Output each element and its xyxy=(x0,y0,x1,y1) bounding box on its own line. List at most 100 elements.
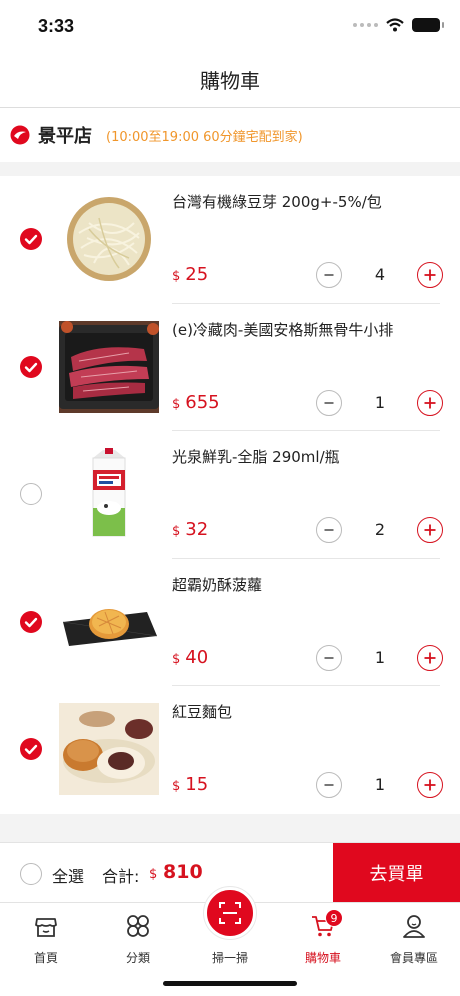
status-icons xyxy=(353,18,444,32)
product-price: $ 655 xyxy=(172,392,220,413)
minus-icon xyxy=(324,656,334,659)
product-name[interactable]: 台灣有機綠豆芽 200g+-5%/包 xyxy=(172,191,382,212)
currency-symbol: $ xyxy=(172,651,181,667)
tab-label: 分類 xyxy=(125,951,150,965)
cart-item: 光泉鮮乳-全脂 290ml/瓶 $ 32 2 xyxy=(0,431,460,559)
product-price: $ 25 xyxy=(172,264,208,285)
store-logo-icon xyxy=(10,125,30,145)
scan-icon xyxy=(219,902,241,924)
item-checkbox[interactable] xyxy=(20,355,42,378)
store-hours: (10:00至19:00 60分鐘宅配到家) xyxy=(106,129,303,145)
select-all-label[interactable]: 全選 xyxy=(52,863,84,887)
checkmark-icon xyxy=(24,745,38,755)
price-value: 40 xyxy=(185,646,209,668)
page-title: 購物車 xyxy=(200,69,260,93)
checkmark-icon xyxy=(24,234,38,245)
increase-quantity-button[interactable] xyxy=(417,517,443,544)
minus-icon xyxy=(324,784,334,787)
scan-button[interactable] xyxy=(204,887,256,939)
product-name[interactable]: 紅豆麵包 xyxy=(172,701,232,722)
section-divider xyxy=(0,814,460,842)
status-time: 3:33 xyxy=(38,16,75,36)
home-indicator xyxy=(163,981,297,986)
wifi-icon xyxy=(386,18,404,32)
grid-icon xyxy=(127,915,149,937)
checkout-button[interactable]: 去買單 xyxy=(333,843,460,903)
quantity-value: 1 xyxy=(374,392,386,412)
minus-icon xyxy=(324,529,334,531)
store-name: 景平店 xyxy=(38,126,92,147)
price-value: 15 xyxy=(185,774,209,796)
tab-bar: 首頁 分類 掃一掃 購物車 9 會員專區 xyxy=(0,887,460,996)
quantity-value: 2 xyxy=(374,520,386,540)
product-image-milk-carton[interactable] xyxy=(59,448,159,541)
product-price: $ 15 xyxy=(172,774,208,795)
product-name[interactable]: 超霸奶酥菠蘿 xyxy=(172,574,262,595)
checkmark-icon xyxy=(24,617,38,627)
currency-symbol: $ xyxy=(172,779,181,795)
tab-label: 會員專區 xyxy=(389,951,438,965)
item-checkbox[interactable] xyxy=(20,483,42,506)
increase-quantity-button[interactable] xyxy=(417,772,443,799)
battery-icon xyxy=(412,18,444,32)
decrease-quantity-button[interactable] xyxy=(316,262,342,288)
currency-symbol: $ xyxy=(172,524,181,540)
store-info[interactable]: 景平店 (10:00至19:00 60分鐘宅配到家) xyxy=(0,108,460,162)
item-checkbox[interactable] xyxy=(20,228,42,250)
currency-symbol: $ xyxy=(172,396,181,412)
price-value: 32 xyxy=(185,519,209,541)
product-image-red-bean-bun[interactable] xyxy=(59,703,159,796)
product-price: $ 32 xyxy=(172,519,208,540)
quantity-value: 4 xyxy=(374,265,386,284)
plus-icon xyxy=(424,524,436,536)
plus-icon xyxy=(424,397,436,409)
product-image-bean-sprouts[interactable] xyxy=(59,193,159,285)
checkmark-icon xyxy=(24,362,38,372)
user-icon xyxy=(403,915,425,938)
product-image-beef-short-rib[interactable] xyxy=(59,320,159,413)
product-price: $ 40 xyxy=(172,647,208,668)
tab-label[interactable]: 掃一掃 xyxy=(190,949,270,966)
quantity-value: 1 xyxy=(374,775,386,795)
tab-categories[interactable]: 分類 xyxy=(98,909,178,969)
status-bar: 3:33 xyxy=(0,0,460,52)
signal-icon xyxy=(353,23,378,27)
price-value: 25 xyxy=(185,264,209,285)
store-icon xyxy=(35,918,57,937)
product-name[interactable]: (e)冷藏肉-美國安格斯無骨牛小排 xyxy=(172,319,393,340)
increase-quantity-button[interactable] xyxy=(417,262,443,288)
plus-icon xyxy=(424,269,436,281)
increase-quantity-button[interactable] xyxy=(417,389,443,416)
decrease-quantity-button[interactable] xyxy=(316,389,342,416)
cart-count-badge: 9 xyxy=(325,909,343,927)
tab-label: 首頁 xyxy=(33,951,58,965)
cart-item: (e)冷藏肉-美國安格斯無骨牛小排 $ 655 1 xyxy=(0,304,460,432)
tab-member[interactable]: 會員專區 xyxy=(374,909,454,969)
tab-home[interactable]: 首頁 xyxy=(6,909,86,969)
cart-item: 紅豆麵包 $ 15 1 xyxy=(0,686,460,814)
section-divider xyxy=(0,162,460,176)
plus-icon xyxy=(424,652,436,664)
decrease-quantity-button[interactable] xyxy=(316,772,342,799)
price-value: 655 xyxy=(185,391,220,413)
cart-item: 超霸奶酥菠蘿 $ 40 1 xyxy=(0,559,460,687)
decrease-quantity-button[interactable] xyxy=(316,517,342,544)
minus-icon xyxy=(324,401,334,404)
tab-cart[interactable]: 購物車 xyxy=(283,909,363,969)
tab-label: 購物車 xyxy=(304,951,341,965)
product-image-pineapple-bun[interactable] xyxy=(59,575,159,668)
product-name[interactable]: 光泉鮮乳-全脂 290ml/瓶 xyxy=(172,446,340,467)
total-label: 合計: xyxy=(102,867,140,886)
nav-bar: 購物車 xyxy=(0,52,460,108)
select-all-checkbox[interactable] xyxy=(20,863,42,885)
plus-icon xyxy=(424,779,436,791)
cart-item: 台灣有機綠豆芽 200g+-5%/包 $ 25 4 xyxy=(0,176,460,304)
minus-icon xyxy=(324,274,334,276)
currency-symbol: $ xyxy=(172,269,181,284)
total-value: 810 xyxy=(163,861,203,883)
cart-list: 台灣有機綠豆芽 200g+-5%/包 $ 25 4 (e)冷藏肉-美國安格斯無骨… xyxy=(0,176,460,814)
increase-quantity-button[interactable] xyxy=(417,644,443,671)
item-checkbox[interactable] xyxy=(20,610,42,633)
decrease-quantity-button[interactable] xyxy=(316,644,342,671)
item-checkbox[interactable] xyxy=(20,738,42,761)
